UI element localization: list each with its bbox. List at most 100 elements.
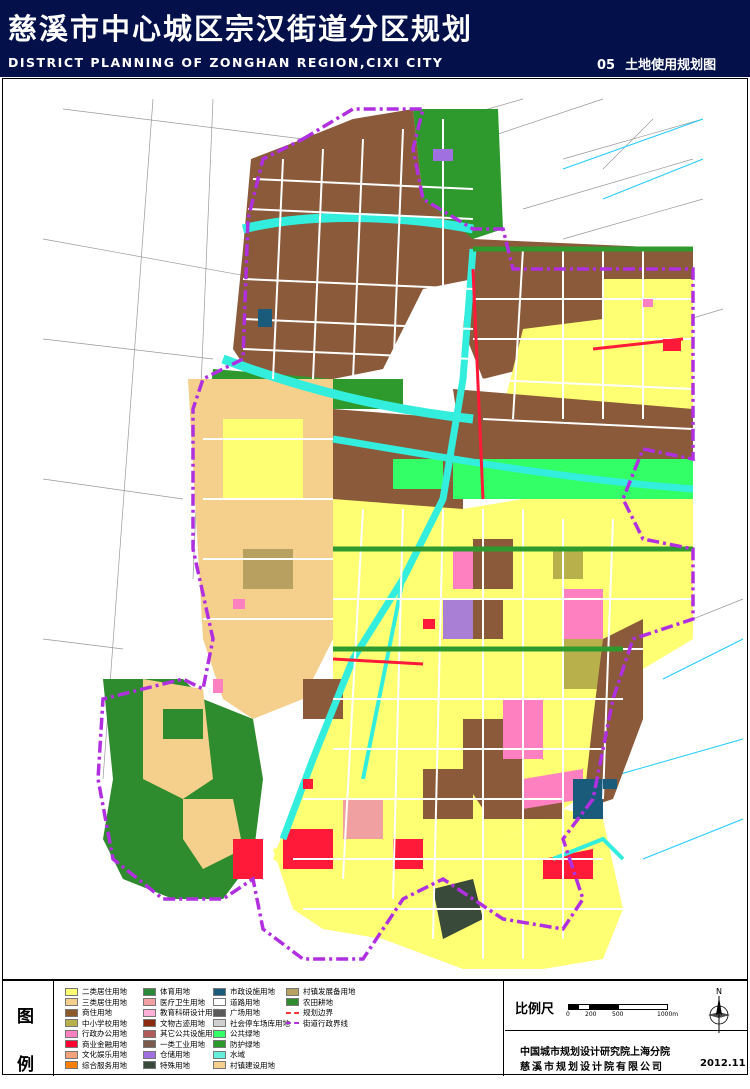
legend-item: 仓储用地 <box>143 1049 190 1060</box>
legend-swatch <box>143 1050 156 1059</box>
legend-title: 图 例 <box>17 993 37 1089</box>
legend-label: 商住用地 <box>82 1008 112 1017</box>
legend-swatch <box>286 1011 299 1014</box>
legend-item: 村镇发展备用地 <box>286 986 356 997</box>
legend-label: 医疗卫生用地 <box>160 997 205 1007</box>
legend-item: 规划边界 <box>286 1007 333 1018</box>
legend-swatch <box>286 1022 299 1024</box>
legend-label: 街道行政界线 <box>303 1018 348 1028</box>
legend-swatch <box>65 1040 78 1048</box>
legend-swatch <box>143 1019 156 1027</box>
legend-item: 农田耕地 <box>286 997 333 1008</box>
legend-title-bottom: 例 <box>17 1055 34 1075</box>
legend-label: 农田耕地 <box>303 997 333 1007</box>
legend-swatch <box>65 1008 78 1017</box>
legend-item: 公共绿地 <box>213 1028 260 1039</box>
legend-label: 社会停车场库用地 <box>230 1018 290 1028</box>
map-canvas <box>42 98 744 969</box>
legend-item: 市政设施用地 <box>213 986 275 997</box>
legend-swatch <box>143 1029 156 1038</box>
legend-item: 特殊用地 <box>143 1060 190 1071</box>
legend-item: 村镇建设用地 <box>213 1060 275 1071</box>
legend-label: 防护绿地 <box>230 1039 260 1049</box>
legend-label: 一类工业用地 <box>160 1039 205 1049</box>
legend-label: 规划边界 <box>303 1008 333 1017</box>
legend-swatch <box>213 1019 226 1027</box>
legend-label: 商业金融用地 <box>82 1039 127 1049</box>
legend-item: 文物古迹用地 <box>143 1018 205 1029</box>
legend-swatch <box>213 1008 226 1017</box>
legend-swatch <box>213 1029 226 1038</box>
legend-swatch <box>65 998 78 1006</box>
legend-swatch <box>65 1029 78 1038</box>
legend-swatch <box>213 1050 226 1059</box>
legend-swatch <box>213 1040 226 1048</box>
legend-item: 医疗卫生用地 <box>143 997 205 1008</box>
legend-item: 街道行政界线 <box>286 1018 348 1029</box>
legend-label: 道路用地 <box>230 997 260 1007</box>
legend-item: 水域 <box>213 1049 245 1060</box>
legend-label: 特殊用地 <box>160 1060 190 1070</box>
legend-swatch <box>213 998 226 1006</box>
legend-label: 三类居住用地 <box>82 997 127 1007</box>
map-subtitle-english: DISTRICT PLANNING OF ZONGHAN REGION,CIXI… <box>8 55 444 70</box>
legend-divider <box>53 981 54 1076</box>
legend-item: 其它公共设施用地 <box>143 1028 220 1039</box>
scale-tick-0: 0 <box>566 1011 570 1018</box>
legend-item: 三类居住用地 <box>65 997 127 1008</box>
legend-label: 市政设施用地 <box>230 987 275 996</box>
scale-tick-200: 200 <box>585 1011 597 1018</box>
sheet-number: 05 <box>597 58 616 73</box>
date-label: 2012.11 <box>700 1058 746 1069</box>
legend-swatch <box>213 987 226 996</box>
legend-swatch <box>143 987 156 996</box>
legend-swatch <box>143 1008 156 1017</box>
legend-item: 商住用地 <box>65 1007 112 1018</box>
legend-label: 其它公共设施用地 <box>160 1029 220 1038</box>
land-use-map <box>2 78 748 980</box>
map-title: 慈溪市中心城区宗汉街道分区规划 <box>8 12 474 46</box>
legend-swatch <box>143 998 156 1006</box>
legend-swatch <box>65 1050 78 1059</box>
scale-title: 比例尺 <box>515 1002 555 1017</box>
sheet-name: 土地使用规划图 <box>625 58 717 73</box>
legend-label: 文化娱乐用地 <box>82 1050 127 1059</box>
legend-item: 广场用地 <box>213 1007 260 1018</box>
legend-label: 文物古迹用地 <box>160 1018 205 1028</box>
legend-label: 村镇发展备用地 <box>303 987 356 996</box>
legend-label: 公共绿地 <box>230 1029 260 1038</box>
north-arrow-icon: N <box>700 985 738 1035</box>
org-primary: 中国城市规划设计研究院上海分院 <box>520 1047 670 1058</box>
legend-label: 二类居住用地 <box>82 987 127 996</box>
legend-divider <box>503 981 504 1076</box>
legend-swatch <box>286 987 299 996</box>
legend-label: 行政办公用地 <box>82 1029 127 1038</box>
legend-swatch <box>65 987 78 996</box>
legend-label: 村镇建设用地 <box>230 1060 275 1070</box>
legend-item: 防护绿地 <box>213 1039 260 1050</box>
north-label: N <box>716 987 722 996</box>
scale-seg <box>589 1005 619 1009</box>
scale-seg <box>569 1005 579 1009</box>
legend-item: 体育用地 <box>143 986 190 997</box>
legend-item: 社会停车场库用地 <box>213 1018 290 1029</box>
legend-label: 广场用地 <box>230 1008 260 1017</box>
legend-item: 文化娱乐用地 <box>65 1049 127 1060</box>
legend-item: 综合服务用地 <box>65 1060 127 1071</box>
legend-item: 教育科研设计用地 <box>143 1007 220 1018</box>
scale-tick-1000: 1000m <box>657 1011 679 1018</box>
legend-swatch <box>65 1019 78 1027</box>
legend-swatch <box>213 1061 226 1069</box>
legend-swatch <box>286 998 299 1006</box>
legend-item: 中小学校用地 <box>65 1018 127 1029</box>
legend-item: 行政办公用地 <box>65 1028 127 1039</box>
legend-item: 道路用地 <box>213 997 260 1008</box>
legend-label: 水域 <box>230 1050 245 1059</box>
legend-label: 仓储用地 <box>160 1050 190 1059</box>
legend-label: 综合服务用地 <box>82 1060 127 1070</box>
legend-item: 商业金融用地 <box>65 1039 127 1050</box>
scale-bar <box>568 1004 668 1010</box>
legend-swatch <box>143 1040 156 1048</box>
legend-title-top: 图 <box>17 1007 34 1027</box>
legend-item: 二类居住用地 <box>65 986 127 997</box>
